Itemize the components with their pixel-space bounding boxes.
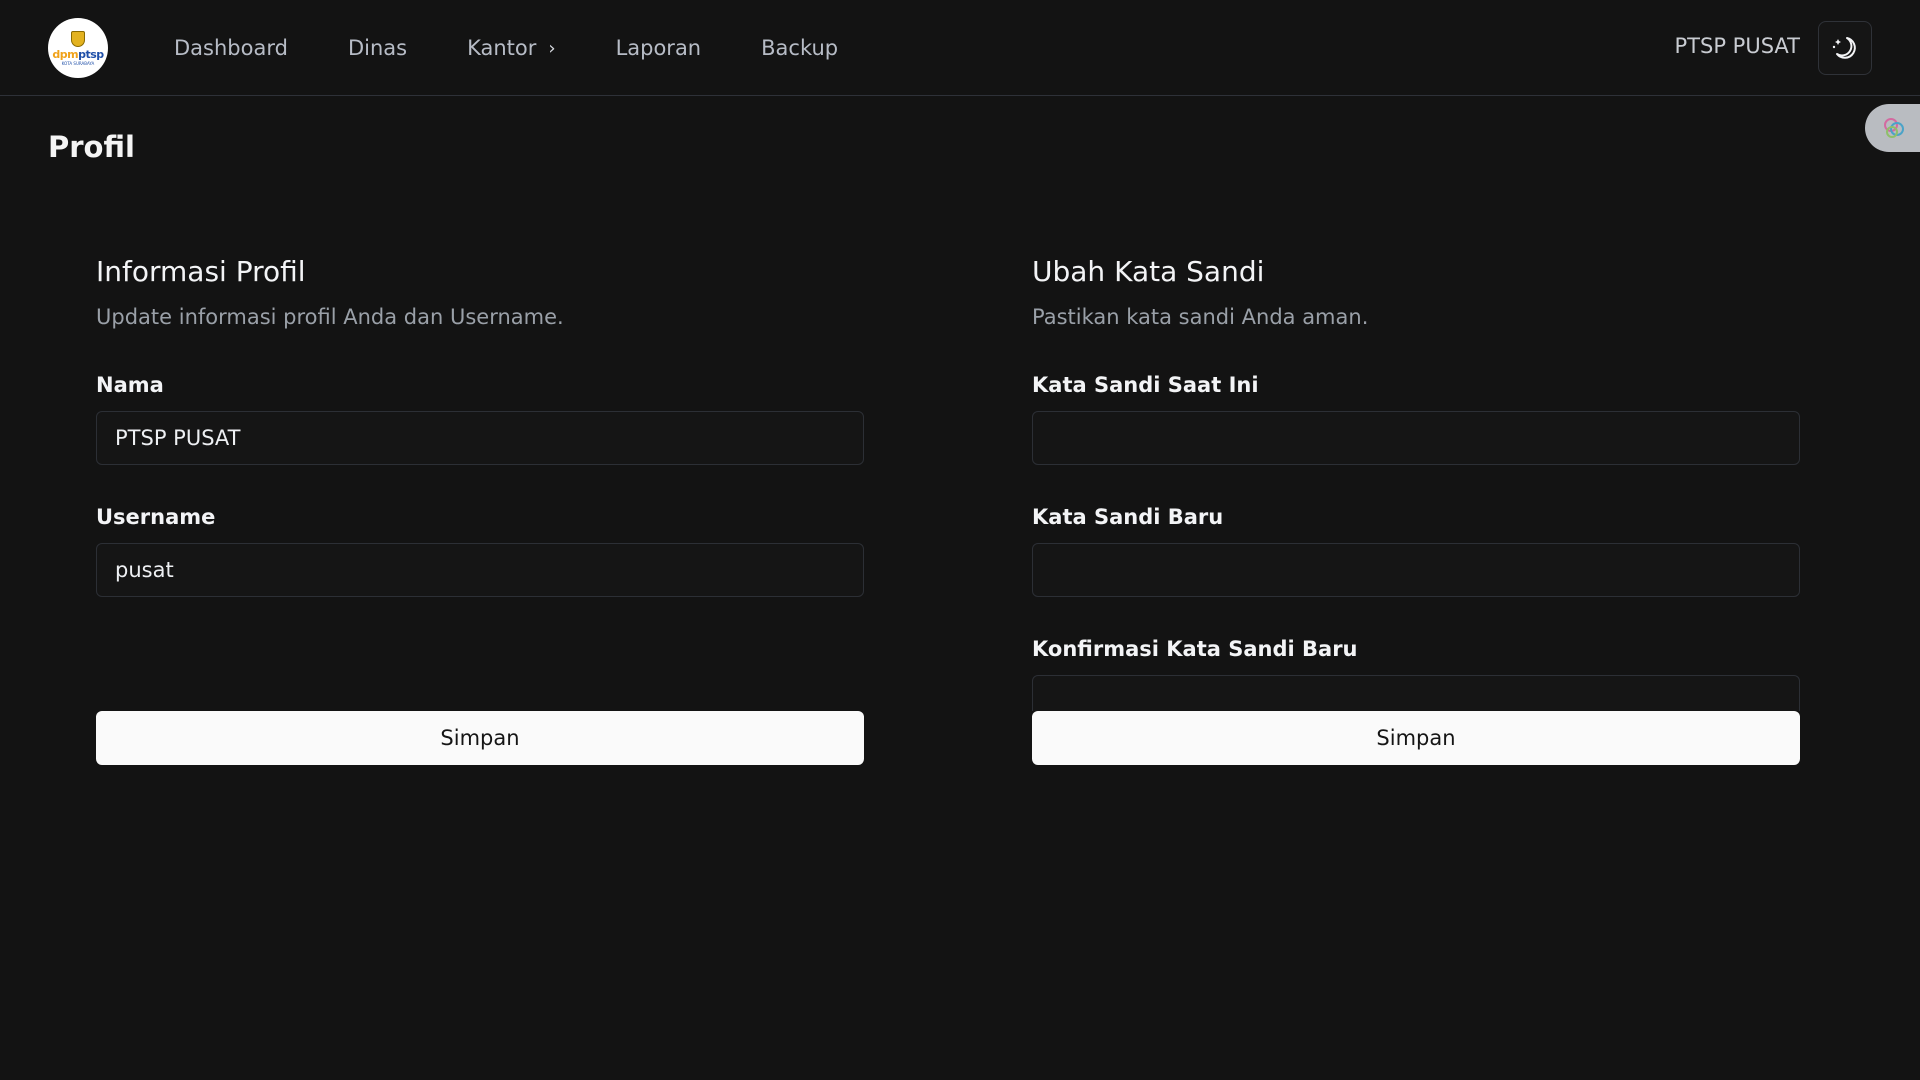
nav-item-laporan-label: Laporan bbox=[615, 36, 702, 60]
username-input[interactable] bbox=[96, 543, 864, 597]
name-label: Nama bbox=[96, 373, 164, 397]
password-card-title: Ubah Kata Sandi bbox=[1032, 255, 1265, 288]
nav-item-backup[interactable]: Backup bbox=[761, 36, 838, 60]
current-password-input[interactable] bbox=[1032, 411, 1800, 465]
moon-stars-icon bbox=[1832, 37, 1856, 59]
new-password-input[interactable] bbox=[1032, 543, 1800, 597]
profile-info-card: Informasi Profil Update informasi profil… bbox=[96, 255, 864, 765]
new-password-label: Kata Sandi Baru bbox=[1032, 505, 1224, 529]
password-card-description: Pastikan kata sandi Anda aman. bbox=[1032, 305, 1369, 329]
chevron-right-icon: › bbox=[548, 37, 556, 59]
top-navigation-bar: dpmptsp KOTA SURABAYA Dashboard Dinas Ka… bbox=[0, 0, 1920, 96]
save-password-button[interactable]: Simpan bbox=[1032, 711, 1800, 765]
confirm-password-input[interactable] bbox=[1032, 675, 1800, 711]
nav-item-kantor[interactable]: Kantor › bbox=[467, 36, 556, 60]
nav-item-dashboard[interactable]: Dashboard bbox=[174, 36, 288, 60]
nav-item-dinas[interactable]: Dinas bbox=[348, 36, 407, 60]
current-password-label: Kata Sandi Saat Ini bbox=[1032, 373, 1259, 397]
theme-toggle-button[interactable] bbox=[1818, 21, 1872, 75]
nav-item-dashboard-label: Dashboard bbox=[174, 36, 288, 60]
name-input[interactable] bbox=[96, 411, 864, 465]
dpmptsp-logo[interactable]: dpmptsp KOTA SURABAYA bbox=[48, 18, 108, 78]
confirm-password-clip bbox=[1032, 675, 1800, 711]
nav-item-kantor-label: Kantor bbox=[467, 36, 537, 60]
logo-brand-text: dpmptsp bbox=[52, 47, 104, 61]
city-emblem-icon bbox=[71, 30, 85, 47]
confirm-password-label: Konfirmasi Kata Sandi Baru bbox=[1032, 637, 1358, 661]
nav-item-laporan[interactable]: Laporan bbox=[616, 36, 702, 60]
logo-brand-left: dpm bbox=[52, 47, 79, 61]
profile-card-description: Update informasi profil Anda dan Usernam… bbox=[96, 305, 564, 329]
nav-item-backup-label: Backup bbox=[761, 36, 839, 60]
main-nav: Dashboard Dinas Kantor › Laporan Backup bbox=[174, 0, 898, 96]
floating-side-tab[interactable] bbox=[1865, 104, 1920, 152]
change-password-card: Ubah Kata Sandi Pastikan kata sandi Anda… bbox=[1032, 255, 1800, 765]
nav-item-dinas-label: Dinas bbox=[347, 36, 408, 60]
extension-icon bbox=[1884, 118, 1904, 138]
save-profile-button[interactable]: Simpan bbox=[96, 711, 864, 765]
user-name[interactable]: PTSP PUSAT bbox=[1675, 34, 1800, 58]
page-title: Profil bbox=[48, 130, 135, 164]
logo-brand-right: ptsp bbox=[78, 47, 104, 61]
logo-city-text: KOTA SURABAYA bbox=[61, 60, 95, 66]
profile-card-title: Informasi Profil bbox=[96, 255, 306, 288]
username-label: Username bbox=[96, 505, 216, 529]
